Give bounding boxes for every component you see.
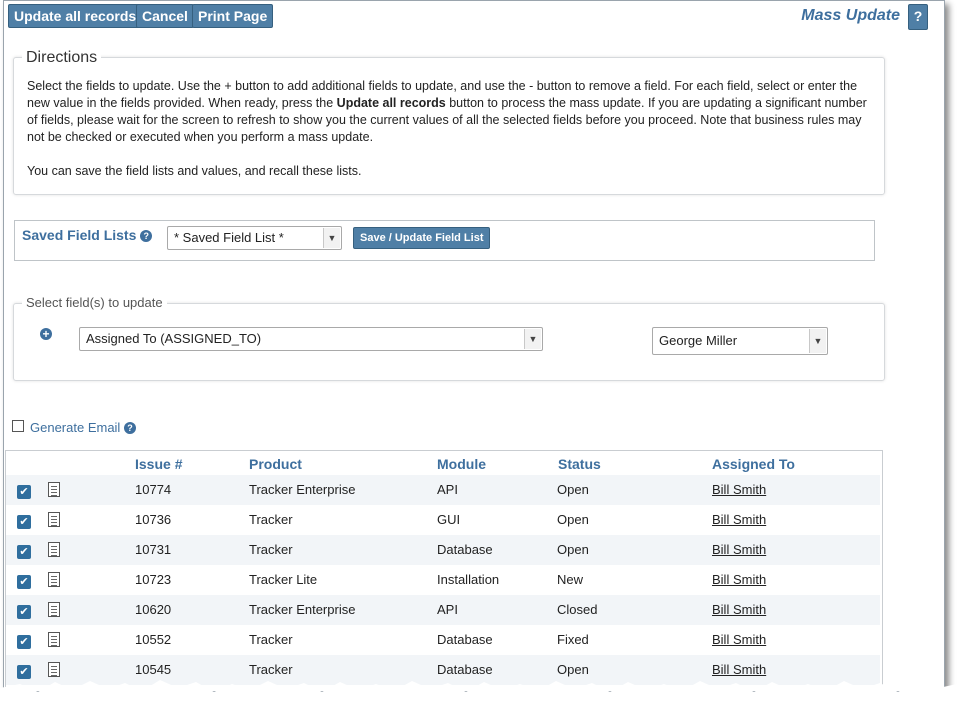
header-status[interactable]: Status	[558, 456, 601, 472]
table-row[interactable]: ✔ 10774 Tracker Enterprise API Open Bill Smit…	[6, 475, 880, 505]
cell-issue: 10723	[135, 572, 172, 587]
cell-issue: 10736	[135, 512, 172, 527]
directions-saving-note: You can save the field lists and values,…	[27, 164, 362, 178]
print-page-button[interactable]: Print Page	[192, 4, 274, 28]
row-checkbox[interactable]: ✔	[17, 605, 31, 619]
saved-lists-label: Saved Field Lists ?	[22, 227, 153, 243]
cell-assigned[interactable]: Bill Smith	[712, 542, 766, 557]
cell-product: Tracker Enterprise	[249, 602, 356, 617]
add-field-icon[interactable]: +	[40, 328, 52, 340]
table-row[interactable]: ✔ 10620 Tracker Enterprise API Closed Bill Sm…	[6, 595, 880, 625]
directions-text: Select the fields to update. Use the + b…	[27, 78, 873, 180]
directions-panel: Directions Select the fields to update. …	[13, 49, 885, 195]
document-icon[interactable]	[48, 602, 60, 617]
chevron-down-icon: ▼	[809, 329, 826, 353]
header-assigned-to[interactable]: Assigned To	[712, 456, 795, 472]
cell-module: Installation	[437, 572, 500, 587]
generate-email-label: Generate Email ?	[30, 420, 136, 435]
document-icon[interactable]	[48, 542, 60, 557]
cell-product: Tracker	[249, 512, 293, 527]
cell-module: Database	[437, 632, 493, 647]
field-name-select[interactable]: Assigned To (ASSIGNED_TO) ▼	[79, 327, 543, 351]
cell-assigned[interactable]: Bill Smith	[712, 572, 766, 587]
document-icon[interactable]	[48, 512, 60, 527]
cell-status: Open	[557, 482, 589, 497]
cell-product: Tracker Enterprise	[249, 482, 356, 497]
cell-assigned[interactable]: Bill Smith	[712, 632, 766, 647]
document-icon[interactable]	[48, 632, 60, 647]
cell-status: Open	[557, 512, 589, 527]
cell-assigned[interactable]: Bill Smith	[712, 482, 766, 497]
row-checkbox[interactable]: ✔	[17, 575, 31, 589]
cell-module: API	[437, 602, 458, 617]
update-all-records-button[interactable]: Update all records	[8, 4, 143, 28]
field-value-select[interactable]: George Miller ▼	[652, 327, 828, 355]
row-checkbox[interactable]: ✔	[17, 635, 31, 649]
mass-update-window: Update all records Cancel Print Page Mas…	[3, 0, 945, 692]
table-row[interactable]: ✔ 10723 Tracker Lite Installation New Bill Sm…	[6, 565, 880, 595]
chevron-down-icon: ▼	[323, 228, 340, 248]
save-field-list-button[interactable]: Save / Update Field List	[353, 227, 491, 249]
cell-product: Tracker Lite	[249, 572, 318, 587]
cell-issue: 10774	[135, 482, 172, 497]
table-row[interactable]: ✔ 10736 Tracker GUI Open Bill Smith	[6, 505, 880, 535]
row-checkbox[interactable]: ✔	[17, 515, 31, 529]
cell-status: Closed	[557, 602, 598, 617]
field-select-panel: Select field(s) to update + Assigned To …	[13, 295, 885, 381]
cell-issue: 10620	[135, 602, 172, 617]
help-button[interactable]: ?	[908, 4, 928, 30]
saved-lists-label-text: Saved Field Lists	[22, 227, 137, 243]
cell-status: New	[557, 572, 584, 587]
cell-issue: 10731	[135, 542, 172, 557]
cell-issue: 10552	[135, 632, 172, 647]
document-icon[interactable]	[48, 482, 60, 497]
header-issue[interactable]: Issue #	[135, 456, 182, 472]
field-name-selected: Assigned To (ASSIGNED_TO)	[86, 331, 262, 346]
cell-module: Database	[437, 542, 493, 557]
cell-status: Fixed	[557, 632, 589, 647]
cell-module: GUI	[437, 512, 461, 527]
generate-email-text: Generate Email	[30, 420, 121, 435]
directions-bold: Update all records	[336, 96, 446, 110]
header-product[interactable]: Product	[249, 456, 302, 472]
question-icon[interactable]: ?	[123, 422, 136, 434]
page-title: Mass Update	[801, 7, 900, 24]
cancel-button[interactable]: Cancel	[136, 4, 194, 28]
cell-assigned[interactable]: Bill Smith	[712, 512, 766, 527]
chevron-down-icon: ▼	[524, 329, 541, 349]
header-module[interactable]: Module	[437, 456, 486, 472]
generate-email-checkbox[interactable]	[12, 420, 24, 432]
directions-legend: Directions	[22, 49, 102, 67]
toolbar: Update all records Cancel Print Page Mas…	[4, 1, 944, 31]
field-select-legend: Select field(s) to update	[22, 295, 167, 310]
cell-module: API	[437, 482, 458, 497]
saved-lists-panel: Saved Field Lists ? * Saved Field List *…	[14, 220, 875, 261]
row-checkbox[interactable]: ✔	[17, 545, 31, 559]
table-row[interactable]: ✔ 10731 Tracker Database Open Bill Smith	[6, 535, 880, 565]
cell-product: Tracker	[249, 632, 293, 647]
saved-list-select[interactable]: * Saved Field List * ▼	[167, 226, 342, 250]
cell-product: Tracker	[249, 542, 293, 557]
cell-status: Open	[557, 542, 589, 557]
question-icon[interactable]: ?	[140, 230, 153, 242]
table-row[interactable]: ✔ 10552 Tracker Database Fixed Bill Smith	[6, 625, 880, 655]
cell-assigned[interactable]: Bill Smith	[712, 602, 766, 617]
field-value-selected: George Miller	[659, 333, 738, 348]
torn-edge	[0, 680, 957, 715]
document-icon[interactable]	[48, 572, 60, 587]
saved-list-selected: * Saved Field List *	[174, 230, 284, 245]
row-checkbox[interactable]: ✔	[17, 485, 31, 499]
